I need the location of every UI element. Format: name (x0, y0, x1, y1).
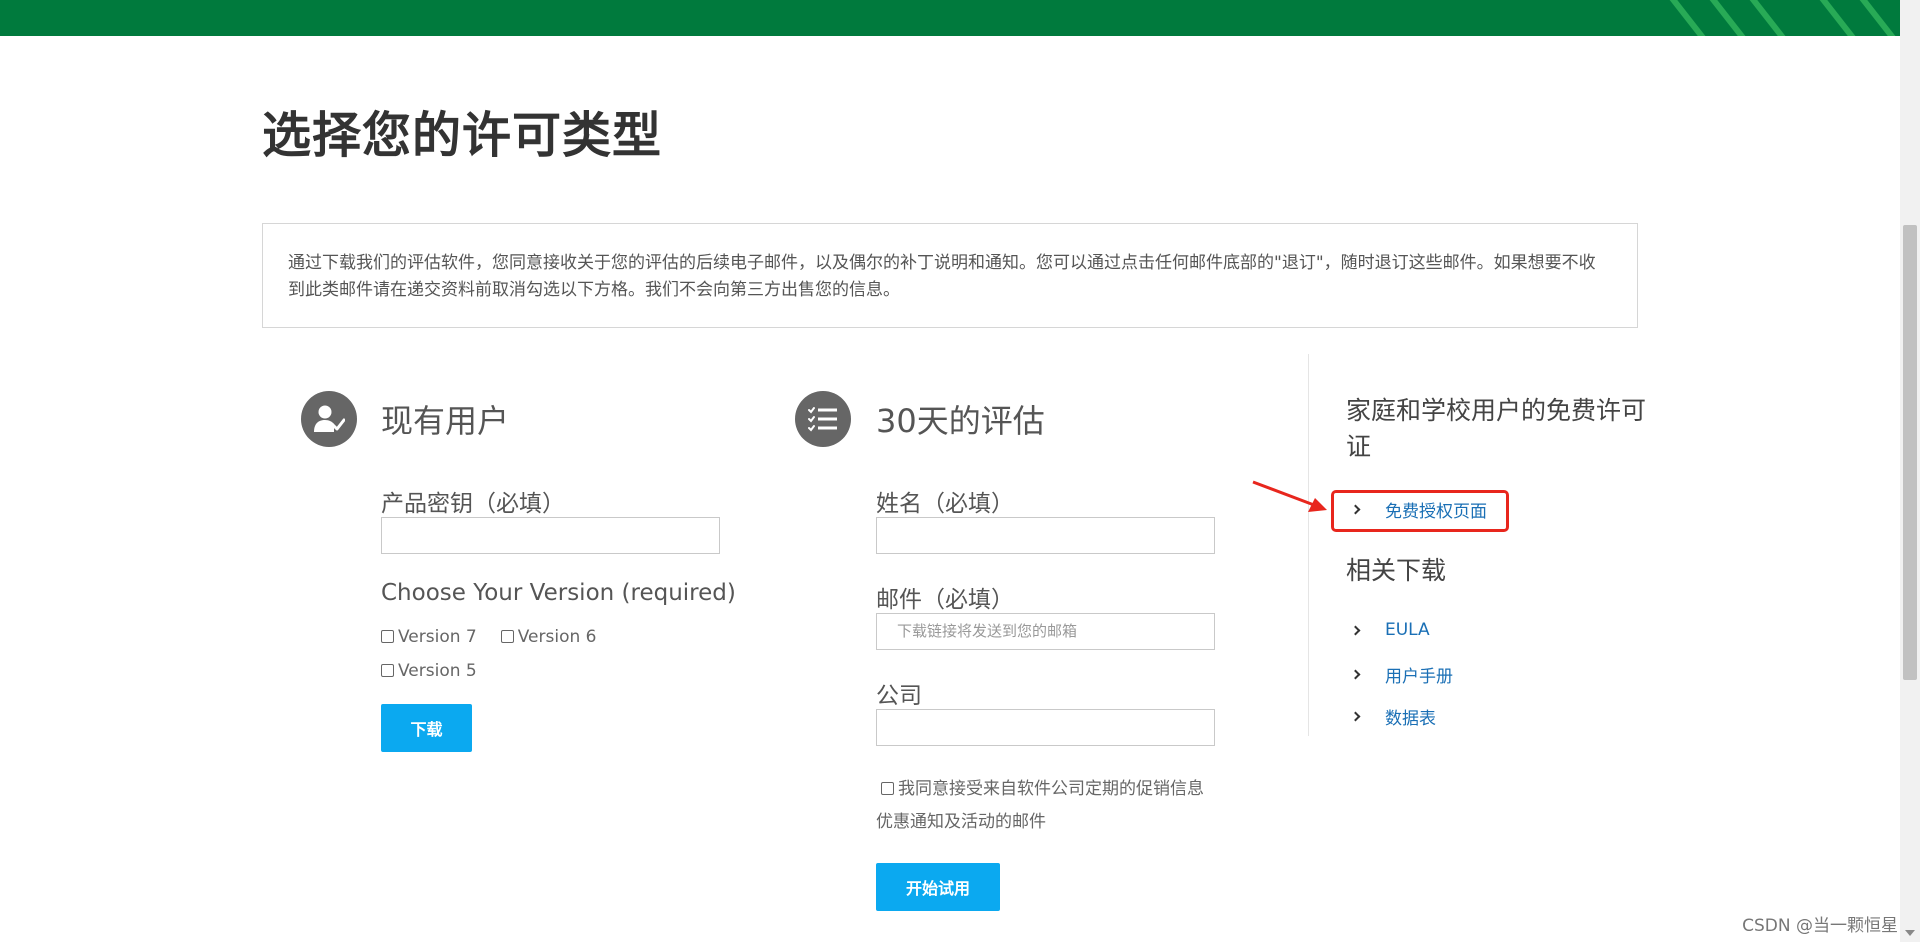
datasheet-link[interactable]: 数据表 (1350, 704, 1436, 729)
annotation-arrow-icon (1252, 480, 1327, 512)
name-input[interactable] (876, 517, 1215, 554)
header-stripe (1819, 0, 1867, 36)
evaluation-title: 30天的评估 (876, 402, 1045, 440)
download-button[interactable]: 下载 (381, 704, 472, 752)
product-key-label: 产品密钥（必填） (381, 491, 565, 517)
version-6-checkbox[interactable] (500, 630, 514, 643)
existing-user-title: 现有用户 (381, 402, 510, 440)
email-input[interactable] (876, 613, 1215, 650)
page-title: 选择您的许可类型 (262, 107, 663, 164)
version-label: Choose Your Version (required) (381, 580, 736, 606)
watermark: CSDN @当一颗恒星 (1742, 916, 1898, 936)
version-6-option[interactable]: Version 6 (500, 627, 597, 647)
version-6-label: Version 6 (517, 627, 597, 647)
version-5-label: Version 5 (398, 661, 477, 681)
email-label: 邮件（必填） (876, 587, 1014, 613)
user-manual-link-label: 用户手册 (1385, 667, 1453, 687)
chevron-right-icon (1350, 625, 1361, 635)
top-header-bar (0, 0, 1900, 36)
user-manual-link[interactable]: 用户手册 (1350, 662, 1453, 687)
chevron-right-icon (1350, 669, 1361, 680)
free-license-heading: 家庭和学校用户的免费许可证 (1346, 396, 1647, 461)
user-check-icon (301, 391, 357, 447)
datasheet-link-label: 数据表 (1385, 709, 1436, 729)
start-trial-button[interactable]: 开始试用 (876, 863, 1000, 911)
header-stripe (1709, 0, 1757, 36)
version-7-label: Version 7 (398, 627, 477, 647)
version-7-option[interactable]: Version 7 (381, 627, 477, 647)
scrollbar-thumb[interactable] (1903, 225, 1917, 680)
page-scrollbar[interactable] (1900, 0, 1920, 942)
version-options: Version 7 Version 6 Version 5 (381, 620, 716, 688)
promo-consent-checkbox[interactable] (881, 782, 894, 795)
version-5-checkbox[interactable] (381, 664, 394, 677)
column-divider (1308, 354, 1309, 736)
version-5-option[interactable]: Version 5 (381, 661, 477, 681)
company-label: 公司 (876, 683, 922, 709)
scroll-down-arrow-icon[interactable] (1905, 930, 1915, 936)
email-notice: 通过下载我们的评估软件，您同意接收关于您的评估的后续电子邮件，以及偶尔的补丁说明… (262, 223, 1638, 328)
company-input[interactable] (876, 709, 1215, 746)
header-stripe (1749, 0, 1797, 36)
eula-link-label: EULA (1385, 620, 1430, 640)
version-7-checkbox[interactable] (381, 630, 394, 643)
name-label: 姓名（必填） (876, 491, 1014, 517)
promo-consent-label: 我同意接受来自软件公司定期的促销信息优惠通知及活动的邮件 (876, 779, 1204, 832)
eula-link[interactable]: EULA (1350, 620, 1430, 640)
promo-consent[interactable]: 我同意接受来自软件公司定期的促销信息优惠通知及活动的邮件 (876, 773, 1216, 839)
product-key-input[interactable] (381, 517, 720, 554)
annotation-highlight-box (1331, 490, 1509, 532)
chevron-right-icon (1350, 711, 1361, 722)
header-stripe (1859, 0, 1900, 36)
related-downloads-heading: 相关下载 (1346, 556, 1447, 585)
checklist-icon (795, 391, 851, 447)
header-stripe (1669, 0, 1717, 36)
